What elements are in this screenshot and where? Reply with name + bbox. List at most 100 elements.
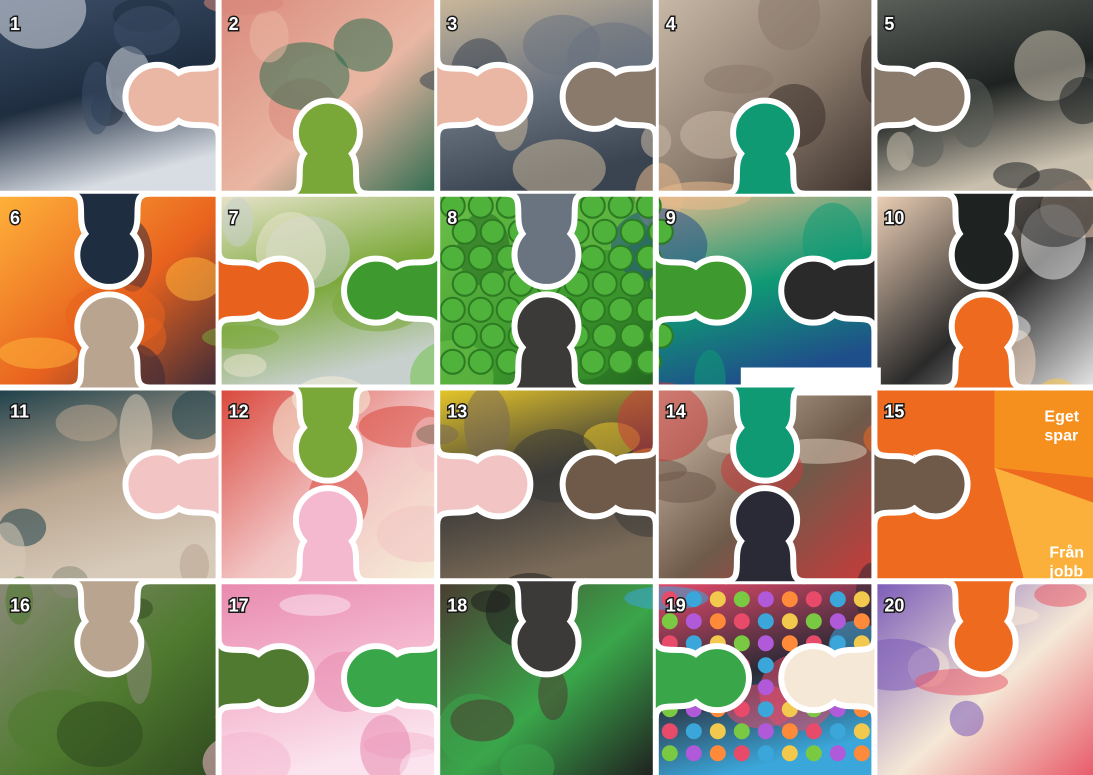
photo-detail — [512, 139, 606, 199]
puzzle-knob — [341, 637, 441, 719]
photo-detail — [450, 699, 514, 742]
pea — [579, 296, 606, 323]
piece-number-12: 12 — [229, 402, 249, 422]
piece-number-15: 15 — [884, 402, 904, 422]
puzzle-knob — [652, 250, 752, 332]
pea — [579, 348, 606, 375]
puzzle-canvas: VARTAL!FrånstatenEgetsparFrånjobb 123456… — [0, 0, 1093, 775]
pea — [607, 296, 634, 323]
pea — [467, 296, 494, 323]
color-dot — [829, 613, 846, 630]
color-dot — [757, 679, 774, 696]
color-dot — [829, 591, 846, 608]
pea — [607, 244, 634, 271]
color-dot — [781, 591, 798, 608]
puzzle-knob — [943, 291, 1025, 391]
pea — [607, 348, 634, 375]
photo-detail — [56, 701, 143, 768]
photo-detail — [113, 5, 181, 56]
pea — [479, 270, 506, 297]
pea — [579, 244, 606, 271]
color-dot — [661, 745, 678, 762]
piece-number-18: 18 — [447, 595, 467, 615]
pea — [647, 322, 674, 349]
puzzle-knob — [506, 190, 587, 290]
color-dot — [757, 591, 774, 608]
pea — [439, 348, 466, 375]
piece-number-20: 20 — [884, 595, 904, 615]
color-dot — [829, 723, 846, 740]
color-dot — [685, 723, 702, 740]
puzzle-knob — [434, 56, 534, 138]
color-dot — [757, 657, 774, 674]
puzzle-knob — [287, 384, 369, 484]
piece-number-17: 17 — [229, 595, 249, 615]
color-dot — [805, 723, 822, 740]
photo-detail — [949, 700, 984, 737]
pea — [467, 244, 494, 271]
photo-detail — [279, 594, 351, 616]
puzzle-knob — [871, 443, 971, 525]
puzzle-knob — [559, 443, 659, 525]
color-dot — [757, 723, 774, 740]
puzzle-knob — [215, 637, 315, 719]
color-dot — [757, 701, 774, 718]
color-dot — [853, 723, 870, 740]
color-dot — [709, 613, 726, 630]
puzzle-knob — [724, 485, 806, 585]
puzzle-knob — [215, 250, 315, 332]
color-dot — [781, 723, 798, 740]
pea — [467, 348, 494, 375]
color-dot — [757, 613, 774, 630]
color-dot — [781, 613, 798, 630]
puzzle-knob — [871, 56, 971, 138]
color-dot — [805, 613, 822, 630]
color-dot — [733, 723, 750, 740]
photo-detail — [1011, 168, 1093, 247]
piece-number-5: 5 — [884, 14, 894, 34]
pea — [579, 192, 606, 219]
piece-number-2: 2 — [229, 14, 239, 34]
puzzle-knob — [778, 637, 878, 719]
piece-number-7: 7 — [229, 208, 239, 228]
color-dot — [709, 723, 726, 740]
color-dot — [757, 635, 774, 652]
piece-number-6: 6 — [10, 208, 20, 228]
piece-number-14: 14 — [666, 402, 686, 422]
piece-number-16: 16 — [10, 595, 30, 615]
puzzle-collage: VARTAL!FrånstatenEgetsparFrånjobb 123456… — [0, 0, 1093, 775]
pea — [451, 322, 478, 349]
photo-detail — [886, 131, 914, 171]
photo-detail — [202, 325, 280, 350]
puzzle-knob — [943, 578, 1025, 678]
color-dot — [709, 591, 726, 608]
puzzle-knob — [68, 291, 150, 391]
photo-detail — [223, 353, 267, 377]
photo-detail — [0, 337, 78, 369]
puzzle-knob — [68, 578, 150, 678]
pea — [439, 244, 466, 271]
pea — [479, 322, 506, 349]
color-dot — [805, 591, 822, 608]
color-dot — [685, 591, 702, 608]
color-dot — [781, 745, 798, 762]
puzzle-knob — [724, 384, 806, 484]
puzzle-knob — [122, 56, 222, 138]
pea — [591, 322, 618, 349]
puzzle-knob — [778, 250, 878, 332]
color-dot — [709, 745, 726, 762]
piece-number-9: 9 — [666, 208, 676, 228]
puzzle-knob — [434, 443, 534, 525]
puzzle-knob — [122, 443, 222, 525]
color-dot — [733, 745, 750, 762]
pea — [479, 218, 506, 245]
puzzle-knob — [652, 637, 752, 719]
color-dot — [829, 745, 846, 762]
photo-detail — [165, 257, 223, 301]
pea — [619, 218, 646, 245]
piece-number-19: 19 — [666, 595, 686, 615]
pea — [451, 270, 478, 297]
piece-number-11: 11 — [10, 402, 29, 422]
color-dot — [853, 745, 870, 762]
puzzle-knob — [506, 291, 587, 391]
